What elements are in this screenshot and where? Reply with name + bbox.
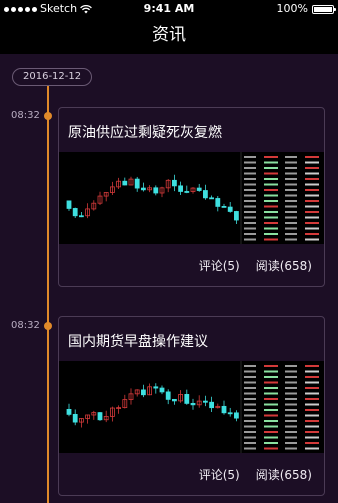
timeline-time: 08:32: [11, 320, 40, 331]
news-title[interactable]: 原油供应过剩疑死灰复燃: [68, 122, 222, 142]
card-meta: 评论(5) 阅读(658): [199, 466, 312, 483]
card-meta: 评论(5) 阅读(658): [199, 257, 312, 274]
news-title[interactable]: 国内期货早盘操作建议: [68, 331, 208, 351]
battery-label: 100%: [276, 2, 308, 15]
kline-chart-thumbnail: [59, 152, 324, 244]
nav-bar: 资讯: [0, 18, 338, 54]
page-title: 资讯: [152, 25, 186, 45]
date-pill: 2016-12-12: [12, 68, 93, 86]
battery-icon: [312, 4, 336, 14]
news-card[interactable]: 国内期货早盘操作建议 评论(5) 阅读(658): [58, 316, 325, 496]
kline-chart-thumbnail: [59, 361, 324, 453]
comments-link[interactable]: 评论(5): [199, 257, 240, 274]
timeline-time: 08:32: [11, 110, 40, 121]
battery-group: 100%: [276, 0, 336, 18]
timeline-line: [47, 84, 49, 503]
reads-count: 阅读(658): [255, 468, 312, 482]
reads-count: 阅读(658): [255, 259, 312, 273]
comments-link[interactable]: 评论(5): [199, 466, 240, 483]
news-card[interactable]: 原油供应过剩疑死灰复燃 评论(5) 阅读(658): [58, 107, 325, 287]
status-bar: Sketch 9:41 AM 100%: [0, 0, 338, 18]
timeline-dot: [44, 322, 52, 330]
timeline-dot: [44, 112, 52, 120]
